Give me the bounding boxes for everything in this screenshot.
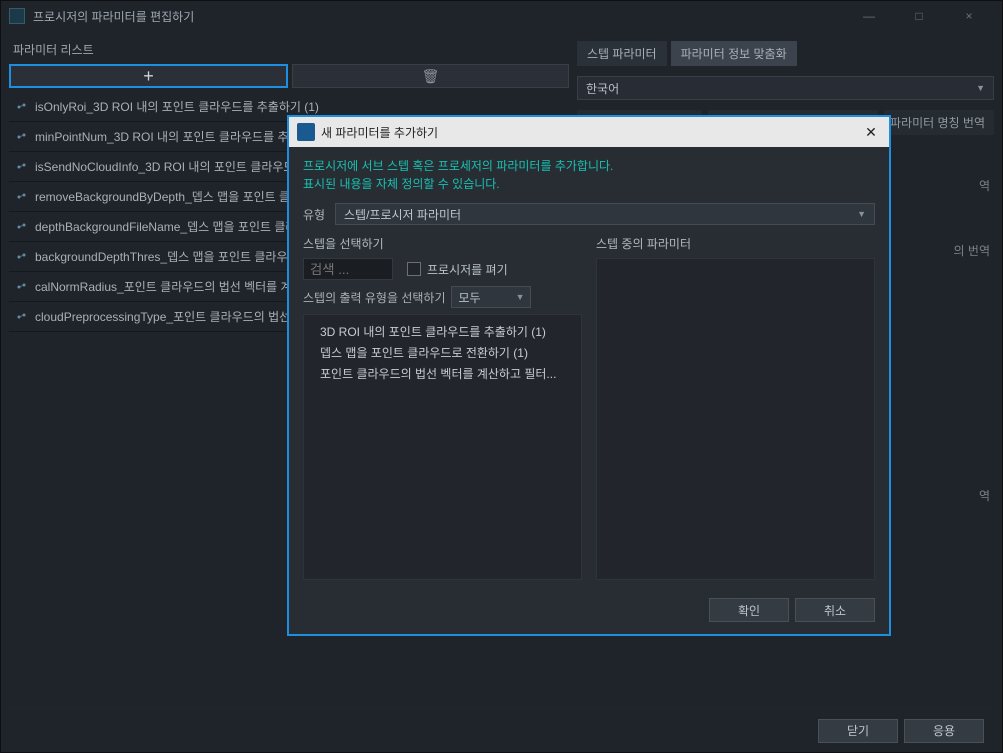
param-icon [15, 310, 29, 324]
add-delete-row: + 🗑 [9, 64, 569, 88]
window-controls: — □ × [854, 9, 994, 23]
dialog-columns: 스텝을 선택하기 프로시저를 펴기 스텝의 출력 유형을 선택하기 모두 ▼ [303, 235, 875, 580]
tab-bar: 스텝 파라미터 파라미터 정보 맞춤화 [577, 39, 994, 72]
search-row: 프로시저를 펴기 [303, 258, 582, 280]
tab-step-parameters[interactable]: 스텝 파라미터 [577, 41, 667, 66]
type-select-value: 스텝/프로시저 파라미터 [344, 206, 461, 223]
tree-item[interactable]: 3D ROI 내의 포인트 클라우드를 추출하기 (1) [312, 321, 573, 342]
step-tree[interactable]: 3D ROI 내의 포인트 클라우드를 추출하기 (1) 뎁스 맵을 포인트 클… [303, 314, 582, 580]
close-button[interactable]: 닫기 [818, 719, 898, 743]
select-step-header: 스텝을 선택하기 [303, 235, 582, 252]
chevron-down-icon: ▼ [516, 292, 525, 302]
trash-icon: 🗑 [422, 68, 440, 85]
maximize-button[interactable]: □ [904, 9, 934, 23]
tree-item[interactable]: 뎁스 맵을 포인트 클라우드로 전환하기 (1) [312, 342, 573, 363]
dialog-hint: 프로시저에 서브 스텝 혹은 프로세저의 파라미터를 추가합니다. 표시된 내용… [303, 157, 875, 193]
param-icon [15, 220, 29, 234]
param-icon [15, 130, 29, 144]
language-value: 한국어 [586, 80, 619, 97]
param-name-translation-label: 파라미터 명칭 번역 [884, 110, 994, 135]
minimize-button[interactable]: — [854, 9, 884, 23]
param-icon [15, 190, 29, 204]
dialog-hint-line1: 프로시저에 서브 스텝 혹은 프로세저의 파라미터를 추가합니다. [303, 159, 613, 173]
parameter-list-label: 파라미터 리스트 [9, 39, 569, 60]
language-select[interactable]: 한국어 ▼ [577, 76, 994, 100]
output-type-value: 모두 [458, 289, 480, 306]
select-step-column: 스텝을 선택하기 프로시저를 펴기 스텝의 출력 유형을 선택하기 모두 ▼ [303, 235, 582, 580]
close-window-button[interactable]: × [954, 9, 984, 23]
type-label: 유형 [303, 206, 327, 223]
output-type-select[interactable]: 모두 ▼ [451, 286, 531, 308]
checkbox-icon [407, 262, 421, 276]
cancel-button[interactable]: 취소 [795, 598, 875, 622]
apply-button[interactable]: 응용 [904, 719, 984, 743]
tab-parameter-info[interactable]: 파라미터 정보 맞춤화 [671, 41, 797, 66]
ok-button[interactable]: 확인 [709, 598, 789, 622]
output-type-row: 스텝의 출력 유형을 선택하기 모두 ▼ [303, 286, 582, 308]
chevron-down-icon: ▼ [857, 209, 866, 219]
dialog-body: 프로시저에 서브 스텝 혹은 프로세저의 파라미터를 추가합니다. 표시된 내용… [289, 147, 889, 590]
dialog-titlebar: 새 파라미터를 추가하기 ✕ [289, 117, 889, 147]
step-parameters-box[interactable] [596, 258, 875, 580]
type-select[interactable]: 스텝/프로시저 파라미터 ▼ [335, 203, 875, 225]
search-input[interactable] [303, 258, 393, 280]
titlebar: 프로시저의 파라미터를 편집하기 — □ × [1, 1, 1002, 31]
type-row: 유형 스텝/프로시저 파라미터 ▼ [303, 203, 875, 225]
output-type-label: 스텝의 출력 유형을 선택하기 [303, 289, 445, 306]
step-parameters-column: 스텝 중의 파라미터 [596, 235, 875, 580]
param-icon [15, 280, 29, 294]
app-icon [9, 8, 25, 24]
dialog-title: 새 파라미터를 추가하기 [321, 124, 861, 141]
step-parameters-header: 스텝 중의 파라미터 [596, 235, 875, 252]
expand-procedure-label: 프로시저를 펴기 [427, 261, 508, 278]
dialog-hint-line2: 표시된 내용을 자체 정의할 수 있습니다. [303, 175, 875, 193]
list-item-label: isOnlyRoi_3D ROI 내의 포인트 클라우드를 추출하기 (1) [35, 98, 319, 115]
param-icon [15, 160, 29, 174]
main-footer: 닫기 응용 [9, 708, 994, 752]
chevron-down-icon: ▼ [976, 83, 985, 93]
add-parameter-dialog: 새 파라미터를 추가하기 ✕ 프로시저에 서브 스텝 혹은 프로세저의 파라미터… [287, 115, 891, 636]
plus-icon: + [143, 66, 154, 87]
delete-parameter-button[interactable]: 🗑 [292, 64, 569, 88]
expand-procedure-checkbox-row[interactable]: 프로시저를 펴기 [407, 261, 508, 278]
dialog-footer: 확인 취소 [289, 590, 889, 634]
param-icon [15, 100, 29, 114]
tree-item[interactable]: 포인트 클라우드의 법선 벡터를 계산하고 필터... [312, 363, 573, 384]
add-parameter-button[interactable]: + [9, 64, 288, 88]
dialog-close-button[interactable]: ✕ [861, 124, 881, 141]
window-title: 프로시저의 파라미터를 편집하기 [33, 8, 854, 25]
param-icon [15, 250, 29, 264]
dialog-icon [297, 123, 315, 141]
